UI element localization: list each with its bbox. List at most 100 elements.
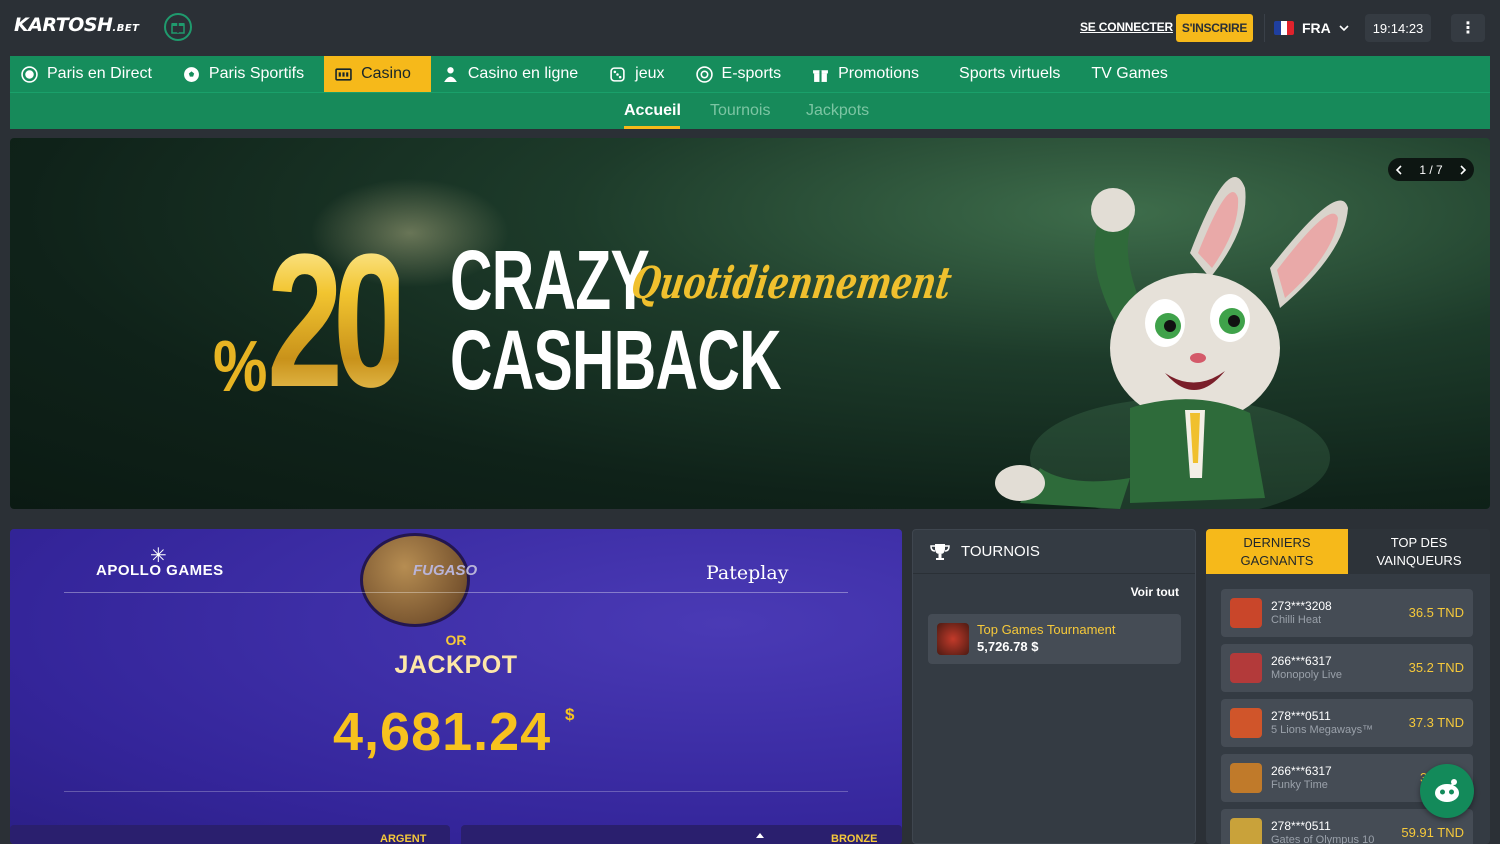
see-all-link[interactable]: Voir tout [1131,585,1179,599]
main-nav: Paris en Direct Paris Sportifs Casino Ca… [10,56,1490,92]
nav-label: jeux [635,65,665,82]
nav-label: E-sports [721,65,782,82]
tournaments-header: TOURNOIS [913,530,1195,574]
logo-suffix: .BET [112,23,140,34]
chevron-left-icon[interactable] [1394,164,1404,175]
active-tab-indicator [624,126,680,129]
winner-game: 5 Lions Megaways™ [1271,724,1374,736]
tournament-amount: 5,726.78 $ [977,639,1039,654]
tab-top-des-vainqueurs[interactable]: TOP DES VAINQUEURS [1348,529,1490,574]
caret-up-icon [756,833,764,838]
provider-fugaso[interactable]: FUGASO [413,562,477,579]
france-flag-icon [1274,21,1294,35]
nav-label: TV Games [1091,65,1168,82]
tab-derniers-gagnants[interactable]: DERNIERS GAGNANTS [1206,529,1348,574]
winner-user: 278***0511 [1271,819,1331,833]
kebab-menu-icon: ⋮ [1460,20,1476,37]
banner-script: Quotidiennement [627,258,955,309]
game-thumbnail [1230,708,1262,738]
jackpot-value: 4,681.24 [333,702,552,762]
apollo-star-icon: ✳ [150,545,167,567]
jackpot-title: JACKPOT [394,651,518,679]
dealer-icon [444,66,457,82]
winner-user: 273***3208 [1271,599,1332,613]
nav-label: Sports virtuels [959,65,1061,82]
live-icon [21,65,38,83]
top-bar: KARTOSH.BET SE CONNECTER S'INSCRIRE FRA … [0,0,1500,56]
signup-button[interactable]: S'INSCRIRE [1176,14,1253,42]
winner-game: Chilli Heat [1271,614,1322,626]
gift-button[interactable] [164,13,192,41]
game-thumbnail [1230,598,1262,628]
tier-label: BRONZE [831,833,878,844]
winner-game: Funky Time [1271,779,1328,791]
tab-jackpots[interactable]: Jackpots [806,102,869,120]
tab-tournois[interactable]: Tournois [710,102,770,120]
winner-amount: 35.2 TND [1408,660,1464,675]
tournament-card[interactable]: Top Games Tournament 5,726.78 $ [928,614,1181,664]
nav-item-paris-sportifs[interactable]: Paris Sportifs [172,56,324,92]
banner-line2: CASHBACK [450,313,782,407]
nav-item-tv-games[interactable]: TV Games [1080,56,1187,92]
winner-game: Monopoly Live [1271,669,1342,681]
nav-label: Paris en Direct [47,65,152,82]
clock: 19:14:23 [1365,14,1431,42]
nav-item-promotions[interactable]: Promotions [801,56,939,92]
banner-line1: CRAZY [450,233,650,327]
nav-label: Casino en ligne [467,65,579,82]
dice-icon [610,66,625,82]
nav-item-jeux[interactable]: jeux [598,56,684,92]
winner-row[interactable]: 273***3208 Chilli Heat 36.5 TND [1221,589,1473,637]
soccer-ball-icon [183,66,199,82]
chat-bot-icon [1435,779,1459,802]
nav-item-casino-en-ligne[interactable]: Casino en ligne [431,56,598,92]
game-thumbnail [1230,818,1262,844]
nav-label: Paris Sportifs [208,65,305,82]
tournaments-panel: TOURNOIS Voir tout Top Games Tournament … [912,529,1196,844]
winner-user: 266***6317 [1271,764,1332,778]
banner-percent: % [213,327,268,407]
jackpot-tier-argent[interactable]: ARGENT [10,825,450,844]
banner-slider-control: 1 / 7 [1388,158,1474,181]
tab-accueil[interactable]: Accueil [624,102,681,120]
gift-icon [813,69,829,82]
game-thumbnail [1230,763,1262,793]
winner-amount: 37.3 TND [1408,715,1464,730]
jackpot-panel[interactable]: APOLLO GAMES ✳ FUGASO Pateplay OR JACKPO… [10,529,902,844]
tournament-name: Top Games Tournament [977,622,1116,637]
jackpot-coin-image [360,533,470,627]
divider [64,592,848,593]
more-menu-button[interactable]: ⋮ [1451,14,1485,42]
nav-item-e-sports[interactable]: E-sports [685,56,802,92]
jackpot-currency: $ [565,705,575,724]
banner-number: 20 [267,215,409,427]
jackpot-tier-label: OR [445,632,467,648]
winner-row[interactable]: 278***0511 5 Lions Megaways™ 37.3 TND [1221,699,1473,747]
winner-row[interactable]: 266***6317 Monopoly Live 35.2 TND [1221,644,1473,692]
tournaments-title: TOURNOIS [961,543,1040,560]
nav-label: Promotions [838,65,920,82]
winner-user: 266***6317 [1271,654,1332,668]
nav-item-sports-virtuels[interactable]: Sports virtuels [939,56,1080,92]
site-logo[interactable]: KARTOSH.BET [14,14,139,36]
tournament-thumbnail [937,623,969,655]
trophy-icon [930,543,950,560]
promo-banner[interactable]: % 20 CRAZY CASHBACK Quotidiennement 1 / … [10,138,1490,509]
chevron-down-icon [1339,25,1349,32]
nav-item-paris-en-direct[interactable]: Paris en Direct [10,56,172,92]
esports-icon [695,65,713,83]
jackpot-tier-bronze[interactable]: BRONZE [461,825,902,844]
slot-machine-icon [335,67,352,81]
chevron-right-icon[interactable] [1458,164,1468,175]
language-selector[interactable]: FRA [1264,14,1352,42]
winner-user: 278***0511 [1271,709,1331,723]
divider [64,791,848,792]
gift-icon [171,23,185,34]
logo-text: KARTOSH [14,14,113,36]
provider-pateplay[interactable]: Pateplay [706,562,788,584]
collapse-button[interactable] [735,825,785,844]
nav-item-casino[interactable]: Casino [324,56,431,92]
login-link[interactable]: SE CONNECTER [1080,20,1173,34]
chat-button[interactable] [1420,764,1474,818]
slide-counter: 1 / 7 [1419,162,1443,177]
